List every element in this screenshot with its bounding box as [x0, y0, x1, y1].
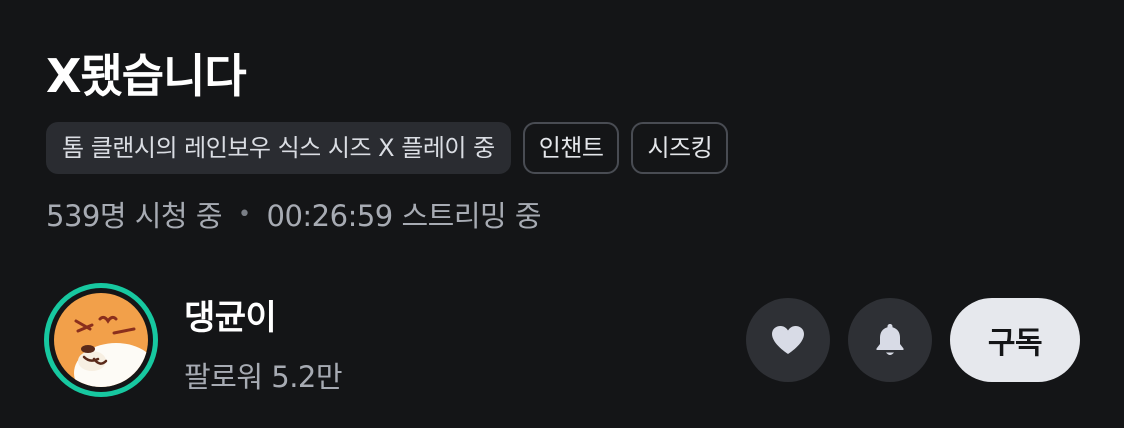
stream-title: X됐습니다: [46, 49, 247, 103]
stream-uptime: 00:26:59 스트리밍 중: [266, 199, 542, 233]
avatar[interactable]: [44, 283, 158, 397]
tag-row: 톰 클랜시의 레인보우 식스 시즈 X 플레이 중 인챈트 시즈킹: [46, 122, 729, 174]
tag-enchant[interactable]: 인챈트: [522, 122, 620, 174]
tag-siegeking[interactable]: 시즈킹: [631, 122, 729, 174]
subscribe-button[interactable]: 구독: [950, 298, 1080, 382]
stream-info-panel: X됐습니다 톰 클랜시의 레인보우 식스 시즈 X 플레이 중 인챈트 시즈킹 …: [0, 0, 1124, 428]
channel-name[interactable]: 댕균이: [184, 290, 277, 339]
stream-meta: 539명 시청 중 • 00:26:59 스트리밍 중: [46, 193, 542, 235]
notification-button[interactable]: [848, 298, 932, 382]
viewer-count: 539명 시청 중: [46, 199, 223, 233]
category-tag[interactable]: 톰 클랜시의 레인보우 식스 시즈 X 플레이 중: [46, 122, 511, 174]
avatar-border: [49, 288, 153, 392]
like-button[interactable]: [746, 298, 830, 382]
avatar-image: [54, 293, 148, 387]
meta-separator: •: [238, 201, 251, 227]
bell-icon: [876, 324, 904, 355]
dog-avatar-icon: [54, 293, 148, 387]
heart-icon: [772, 326, 804, 354]
follower-count: 팔로워 5.2만: [184, 360, 343, 394]
